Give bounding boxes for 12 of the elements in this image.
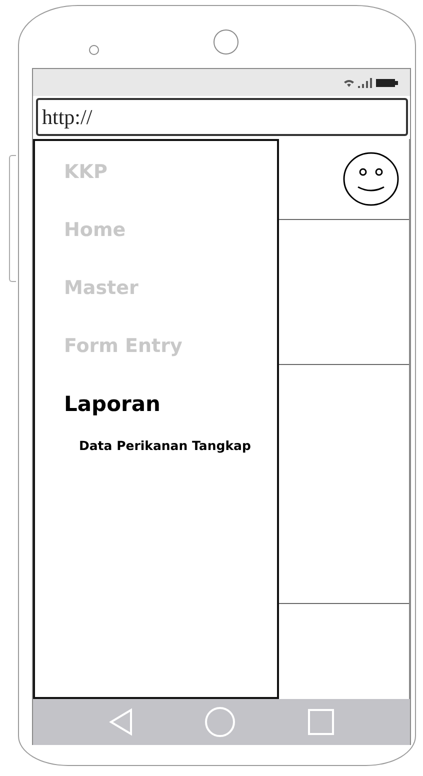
battery-icon xyxy=(376,78,398,86)
wifi-icon xyxy=(344,78,354,86)
menu-item[interactable]: Laporan xyxy=(35,375,277,433)
sensor-icon xyxy=(88,44,100,56)
signal-icon xyxy=(358,78,372,88)
smiley-icon xyxy=(343,151,399,207)
submenu-item[interactable]: Data Perikanan Tangkap xyxy=(35,433,277,459)
home-icon[interactable] xyxy=(204,706,236,738)
url-field[interactable]: http:// xyxy=(36,98,408,136)
back-icon[interactable] xyxy=(108,708,133,736)
camera-icon xyxy=(212,28,240,56)
recents-icon[interactable] xyxy=(308,709,334,735)
